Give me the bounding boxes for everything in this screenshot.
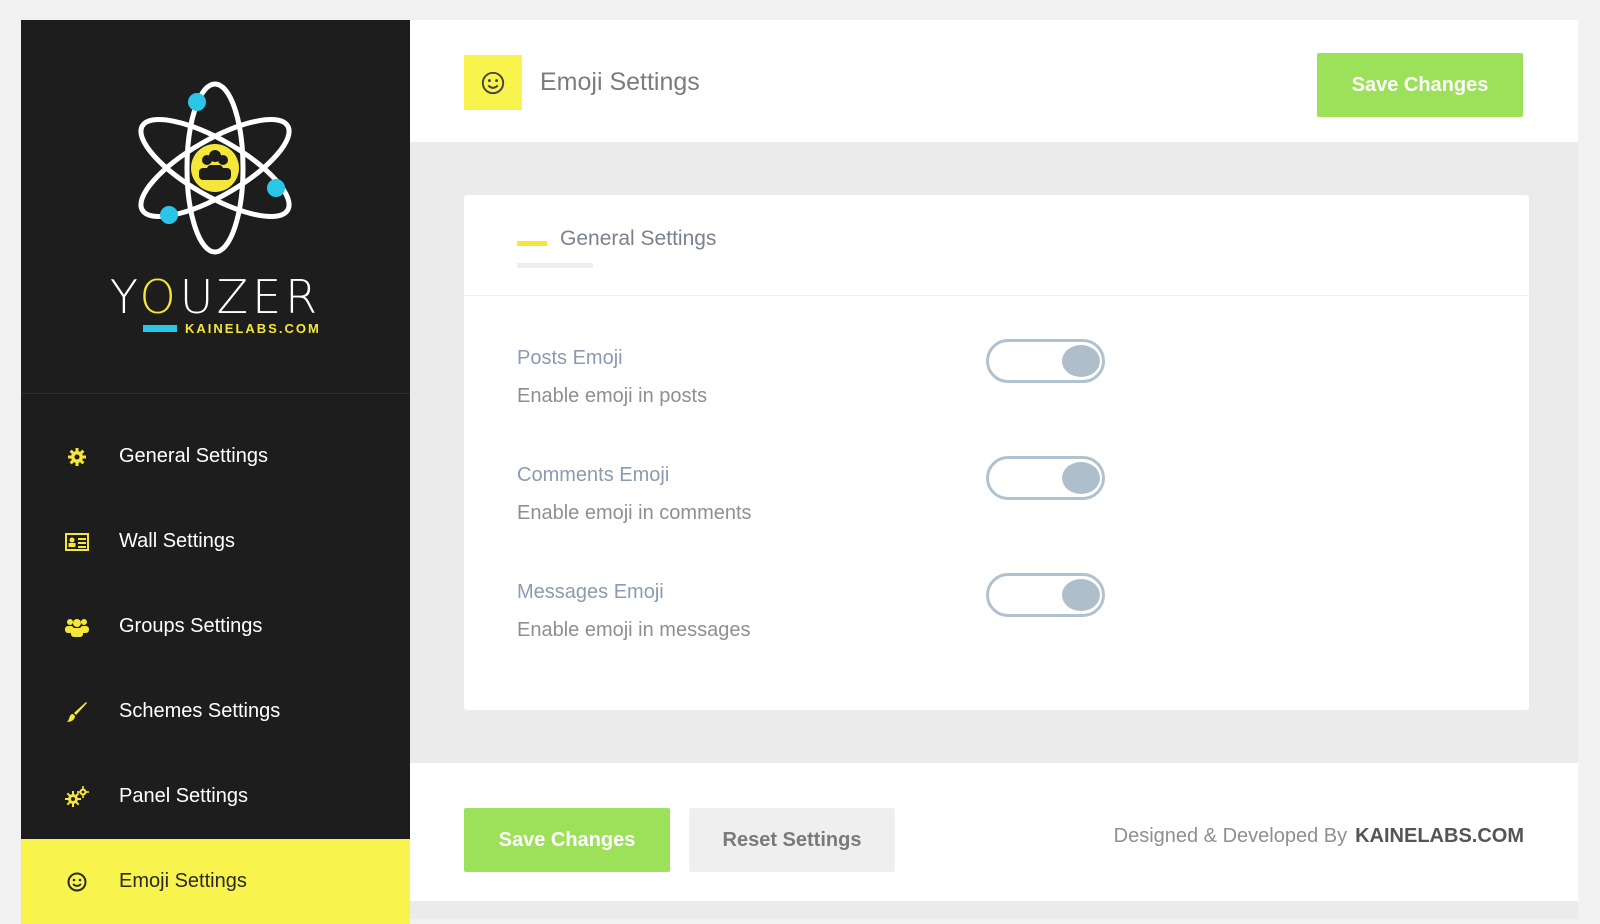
card-title: General Settings bbox=[560, 227, 717, 250]
option-messages-emoji: Messages Emoji Enable emoji in messages bbox=[517, 573, 1477, 671]
posts-emoji-toggle[interactable] bbox=[986, 339, 1105, 383]
title-accent bbox=[517, 241, 547, 246]
cogs-icon bbox=[65, 785, 89, 809]
sidebar-item-label: General Settings bbox=[119, 445, 268, 467]
brand-subtitle: KAINELABS.COM bbox=[143, 320, 343, 336]
gear-icon bbox=[65, 445, 89, 469]
comments-emoji-toggle[interactable] bbox=[986, 456, 1105, 500]
sidebar-item-wall-settings[interactable]: Wall Settings bbox=[21, 499, 410, 584]
option-description: Enable emoji in messages bbox=[517, 619, 751, 641]
toggle-knob bbox=[1062, 579, 1100, 611]
page-header: Emoji Settings Save Changes bbox=[410, 20, 1578, 142]
paintbrush-icon bbox=[65, 700, 89, 724]
id-card-icon bbox=[65, 530, 89, 554]
atom-logo-icon bbox=[138, 81, 292, 255]
save-changes-button[interactable]: Save Changes bbox=[464, 808, 670, 872]
smile-icon bbox=[65, 870, 89, 894]
toggle-knob bbox=[1062, 345, 1100, 377]
settings-card: General Settings Posts Emoji Enable emoj… bbox=[464, 195, 1529, 710]
option-posts-emoji: Posts Emoji Enable emoji in posts bbox=[517, 339, 1477, 437]
toggle-knob bbox=[1062, 462, 1100, 494]
page-title: Emoji Settings bbox=[540, 68, 700, 96]
sidebar-item-label: Emoji Settings bbox=[119, 870, 247, 892]
sidebar-item-groups-settings[interactable]: Groups Settings bbox=[21, 584, 410, 669]
option-title: Comments Emoji bbox=[517, 464, 670, 486]
sidebar-item-emoji-settings[interactable]: Emoji Settings bbox=[21, 839, 410, 924]
option-title: Messages Emoji bbox=[517, 581, 664, 603]
messages-emoji-toggle[interactable] bbox=[986, 573, 1105, 617]
reset-settings-button[interactable]: Reset Settings bbox=[689, 808, 895, 872]
option-comments-emoji: Comments Emoji Enable emoji in comments bbox=[517, 456, 1477, 554]
sidebar-item-label: Wall Settings bbox=[119, 530, 235, 552]
card-header: General Settings bbox=[464, 195, 1529, 296]
logo[interactable]: YOUZER KAINELABS.COM bbox=[21, 20, 410, 394]
save-changes-button[interactable]: Save Changes bbox=[1317, 53, 1523, 117]
sidebar-item-label: Panel Settings bbox=[119, 785, 248, 807]
smile-icon bbox=[464, 55, 522, 110]
sidebar-item-label: Schemes Settings bbox=[119, 700, 281, 722]
brand-name: YOUZER bbox=[109, 270, 322, 324]
users-icon bbox=[65, 615, 89, 639]
sidebar-item-panel-settings[interactable]: Panel Settings bbox=[21, 754, 410, 839]
sidebar-item-general-settings[interactable]: General Settings bbox=[21, 414, 410, 499]
option-title: Posts Emoji bbox=[517, 347, 623, 369]
credit-text: Designed & Developed By KAINELABS.COM bbox=[1113, 825, 1524, 847]
credit-link[interactable]: KAINELABS.COM bbox=[1355, 825, 1524, 847]
sidebar-nav: General Settings Wall Settings Groups Se… bbox=[21, 414, 410, 924]
title-underline bbox=[517, 263, 593, 268]
sidebar-item-label: Groups Settings bbox=[119, 615, 263, 637]
brand-bar bbox=[143, 324, 177, 332]
page-footer: Save Changes Reset Settings Designed & D… bbox=[410, 763, 1578, 901]
main-panel: Emoji Settings Save Changes General Sett… bbox=[410, 20, 1578, 919]
option-description: Enable emoji in posts bbox=[517, 385, 708, 407]
sidebar: YOUZER KAINELABS.COM General Settings Wa… bbox=[21, 20, 410, 924]
option-description: Enable emoji in comments bbox=[517, 502, 752, 524]
sidebar-item-schemes-settings[interactable]: Schemes Settings bbox=[21, 669, 410, 754]
